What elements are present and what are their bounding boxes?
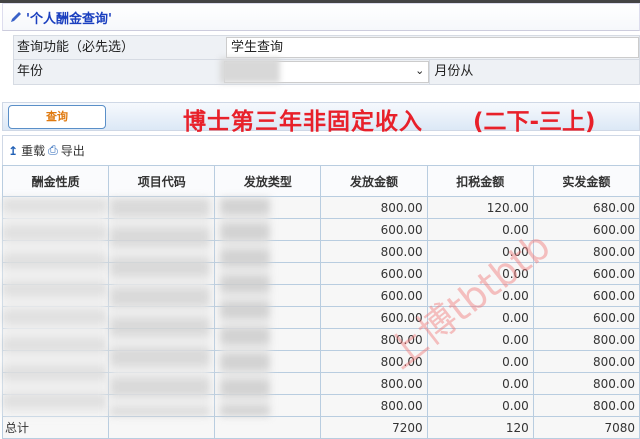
redacted-column <box>110 198 210 416</box>
amount-cell: 0.00 <box>426 328 534 351</box>
column-header[interactable]: 发放金额 <box>320 165 428 197</box>
export-button[interactable]: 导出 <box>61 142 85 159</box>
amount-cell: 600.00 <box>320 218 428 241</box>
amount-cell: 800.00 <box>320 328 428 351</box>
column-header[interactable]: 扣税金额 <box>426 165 534 197</box>
amount-cell: 0.00 <box>426 262 534 285</box>
banner-subtext: (二下-三上) <box>473 109 596 135</box>
amount-cell: 0.00 <box>426 240 534 263</box>
redacted-area <box>220 58 280 83</box>
amount-cell: 600.00 <box>320 284 428 307</box>
empty-cell <box>214 416 322 439</box>
amount-cell: 800.00 <box>532 350 640 373</box>
column-header[interactable]: 项目代码 <box>108 165 216 197</box>
amount-cell: 0.00 <box>426 372 534 395</box>
amount-cell: 800.00 <box>532 372 640 395</box>
page-title: '个人酬金查询' <box>26 11 112 27</box>
amount-cell: 800.00 <box>532 328 640 351</box>
grid-toolbar: ↥ 重载 ⎙ 导出 <box>2 135 640 165</box>
chevron-down-icon: ⌄ <box>415 64 425 77</box>
total-value: 120 <box>426 416 534 439</box>
amount-cell: 600.00 <box>532 218 640 241</box>
query-button[interactable]: 查询 <box>8 105 106 129</box>
column-header[interactable]: 发放类型 <box>214 165 322 197</box>
amount-cell: 0.00 <box>426 350 534 373</box>
total-value: 7200 <box>320 416 428 439</box>
amount-cell: 800.00 <box>320 196 428 219</box>
amount-cell: 800.00 <box>320 372 428 395</box>
function-select[interactable]: 学生查询 <box>226 37 639 58</box>
amount-cell: 600.00 <box>532 284 640 307</box>
amount-cell: 600.00 <box>320 262 428 285</box>
amount-cell: 800.00 <box>320 394 428 417</box>
amount-cell: 0.00 <box>426 306 534 329</box>
year-label: 年份 <box>17 64 44 79</box>
amount-cell: 800.00 <box>532 394 640 417</box>
amount-cell: 120.00 <box>426 196 534 219</box>
reload-icon[interactable]: ↥ <box>8 144 18 158</box>
column-header[interactable]: 实发金额 <box>532 165 640 197</box>
total-label: 总计 <box>1 416 110 439</box>
column-header[interactable]: 酬金性质 <box>1 165 110 197</box>
amount-cell: 0.00 <box>426 218 534 241</box>
amount-cell: 600.00 <box>532 306 640 329</box>
redacted-column <box>220 198 270 416</box>
empty-cell <box>108 416 216 439</box>
total-row: 总计 7200 120 7080 <box>1 416 640 439</box>
amount-cell: 600.00 <box>532 262 640 285</box>
amount-cell: 600.00 <box>320 306 428 329</box>
title-bar: '个人酬金查询' <box>2 3 640 31</box>
query-form: 查询功能（必先选） 学生查询 年份 ⌄ 月份从 <box>13 35 640 85</box>
redacted-column <box>2 198 107 416</box>
function-label: 查询功能（必先选） <box>17 40 135 55</box>
banner-text: 博士第三年非固定收入 <box>183 109 423 135</box>
amount-cell: 800.00 <box>320 350 428 373</box>
pencil-icon <box>11 12 21 22</box>
amount-cell: 0.00 <box>426 284 534 307</box>
reload-button[interactable]: 重载 <box>21 142 45 159</box>
amount-cell: 680.00 <box>532 196 640 219</box>
print-icon[interactable]: ⎙ <box>48 143 58 158</box>
month-from-label: 月份从 <box>429 60 639 84</box>
query-bar: 查询 博士第三年非固定收入 (二下-三上) <box>2 102 640 135</box>
total-value: 7080 <box>532 416 640 439</box>
amount-cell: 800.00 <box>320 240 428 263</box>
amount-cell: 800.00 <box>532 240 640 263</box>
amount-cell: 0.00 <box>426 394 534 417</box>
